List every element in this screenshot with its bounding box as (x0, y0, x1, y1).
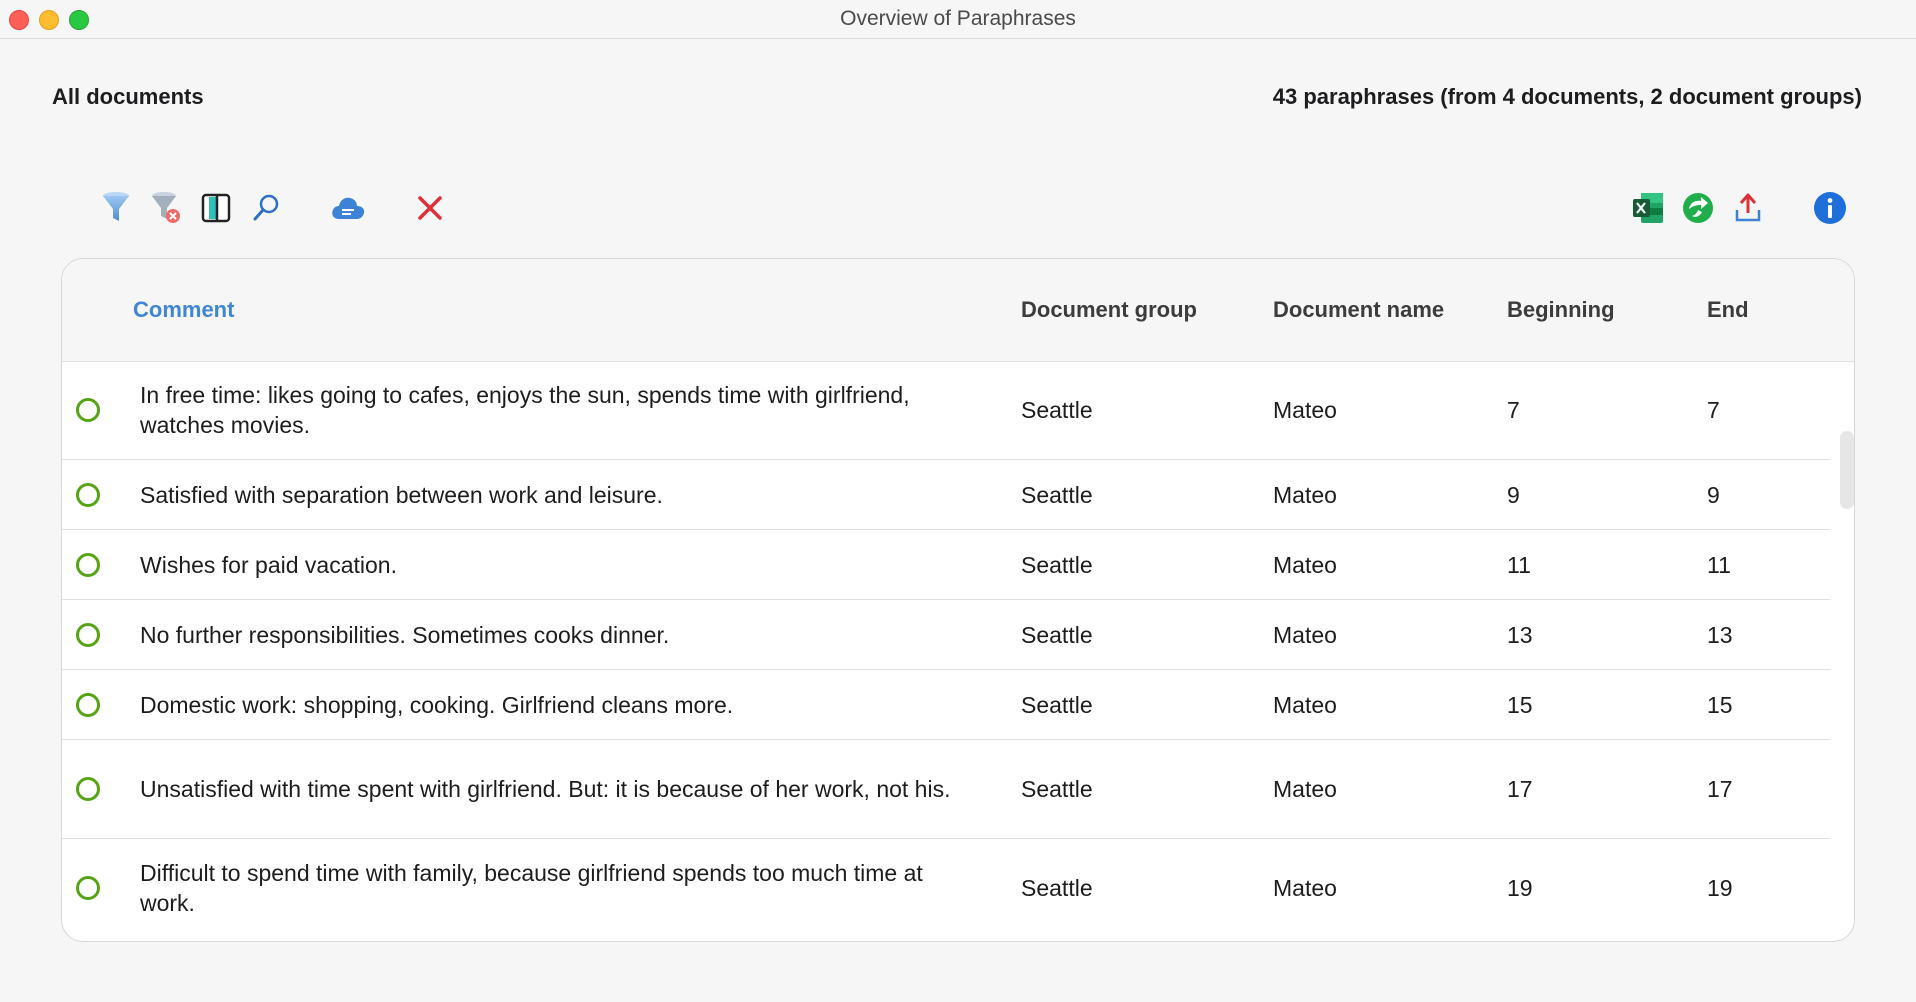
group-cell: Seattle (1021, 397, 1093, 423)
beginning-cell: 11 (1507, 551, 1531, 578)
beginning-cell: 17 (1507, 776, 1533, 802)
group-cell: Seattle (1021, 691, 1093, 718)
column-view-button[interactable] (196, 188, 236, 228)
end-cell: 7 (1707, 397, 1720, 423)
table-row[interactable]: Difficult to spend time with family, bec… (62, 839, 1830, 937)
comment-cell: No further responsibilities. Sometimes c… (140, 621, 670, 648)
table-row[interactable]: No further responsibilities. Sometimes c… (62, 600, 1830, 670)
end-cell: 13 (1707, 621, 1733, 648)
beginning-cell: 7 (1507, 397, 1520, 423)
export-icon (1733, 192, 1763, 224)
name-cell: Mateo (1273, 481, 1337, 508)
column-header-document-group[interactable]: Document group (1021, 297, 1197, 323)
paraphrase-count: 43 paraphrases (from 4 documents, 2 docu… (1272, 84, 1862, 109)
status-circle-icon (76, 552, 100, 577)
group-cell: Seattle (1021, 481, 1093, 508)
smartpublisher-icon (1681, 191, 1715, 225)
window-title: Overview of Paraphrases (840, 7, 1076, 30)
column-header-beginning[interactable]: Beginning (1507, 297, 1615, 323)
filter-button[interactable] (96, 188, 136, 228)
remove-filter-icon (150, 191, 182, 225)
group-cell: Seattle (1021, 875, 1093, 901)
info-button[interactable] (1810, 188, 1850, 228)
excel-export-icon (1631, 191, 1665, 225)
paraphrases-table: Comment Document group Document name Beg… (61, 258, 1855, 942)
name-cell: Mateo (1273, 776, 1337, 802)
vertical-scrollbar[interactable] (1840, 431, 1854, 509)
comment-cell: Satisfied with separation between work a… (140, 481, 663, 508)
info-icon (1812, 190, 1848, 226)
end-cell: 17 (1707, 776, 1733, 802)
group-cell: Seattle (1021, 776, 1093, 802)
status-circle-icon (76, 777, 100, 801)
delete-icon (416, 194, 444, 222)
table-row[interactable]: In free time: likes going to cafes, enjo… (62, 361, 1830, 460)
filter-icon (101, 191, 131, 225)
search-icon (251, 193, 281, 223)
end-cell: 9 (1707, 481, 1720, 508)
table-row[interactable]: Wishes for paid vacation. Seattle Mateo … (62, 530, 1830, 600)
name-cell: Mateo (1273, 551, 1337, 578)
smartpublisher-button[interactable] (1678, 188, 1718, 228)
group-cell: Seattle (1021, 551, 1093, 578)
search-button[interactable] (246, 188, 286, 228)
end-cell: 11 (1707, 551, 1731, 578)
status-circle-icon (76, 398, 100, 422)
name-cell: Mateo (1273, 621, 1337, 648)
status-circle-icon (76, 876, 100, 900)
column-header-document-name[interactable]: Document name (1273, 297, 1444, 323)
comment-cell: Difficult to spend time with family, bec… (140, 860, 923, 916)
scope-label: All documents (52, 84, 204, 109)
group-cell: Seattle (1021, 621, 1093, 648)
remove-filter-button[interactable] (146, 188, 186, 228)
excel-export-button[interactable] (1628, 188, 1668, 228)
table-row[interactable]: Satisfied with separation between work a… (62, 460, 1830, 530)
comment-cell: Domestic work: shopping, cooking. Girlfr… (140, 691, 734, 718)
title-bar: Overview of Paraphrases (0, 0, 1916, 39)
status-circle-icon (76, 692, 100, 717)
beginning-cell: 15 (1507, 691, 1533, 718)
table-row[interactable]: Unsatisfied with time spent with girlfri… (62, 740, 1830, 839)
export-button[interactable] (1728, 188, 1768, 228)
beginning-cell: 9 (1507, 481, 1520, 508)
end-cell: 15 (1707, 691, 1733, 718)
comment-cell: Unsatisfied with time spent with girlfri… (140, 776, 951, 802)
column-header-comment[interactable]: Comment (133, 297, 234, 323)
table-body: In free time: likes going to cafes, enjo… (62, 361, 1854, 937)
name-cell: Mateo (1273, 875, 1337, 901)
comment-cell: In free time: likes going to cafes, enjo… (140, 382, 910, 438)
column-header-end[interactable]: End (1707, 297, 1749, 323)
table-row[interactable]: Domestic work: shopping, cooking. Girlfr… (62, 670, 1830, 740)
beginning-cell: 19 (1507, 875, 1533, 901)
status-circle-icon (76, 482, 100, 507)
cloud-icon (330, 194, 366, 222)
column-view-icon (201, 193, 231, 223)
name-cell: Mateo (1273, 691, 1337, 718)
end-cell: 19 (1707, 875, 1733, 901)
cloud-button[interactable] (328, 188, 368, 228)
table-header: Comment Document group Document name Beg… (62, 259, 1854, 362)
comment-cell: Wishes for paid vacation. (140, 551, 397, 578)
status-circle-icon (76, 622, 100, 647)
name-cell: Mateo (1273, 397, 1337, 423)
delete-button[interactable] (410, 188, 450, 228)
beginning-cell: 13 (1507, 621, 1533, 648)
